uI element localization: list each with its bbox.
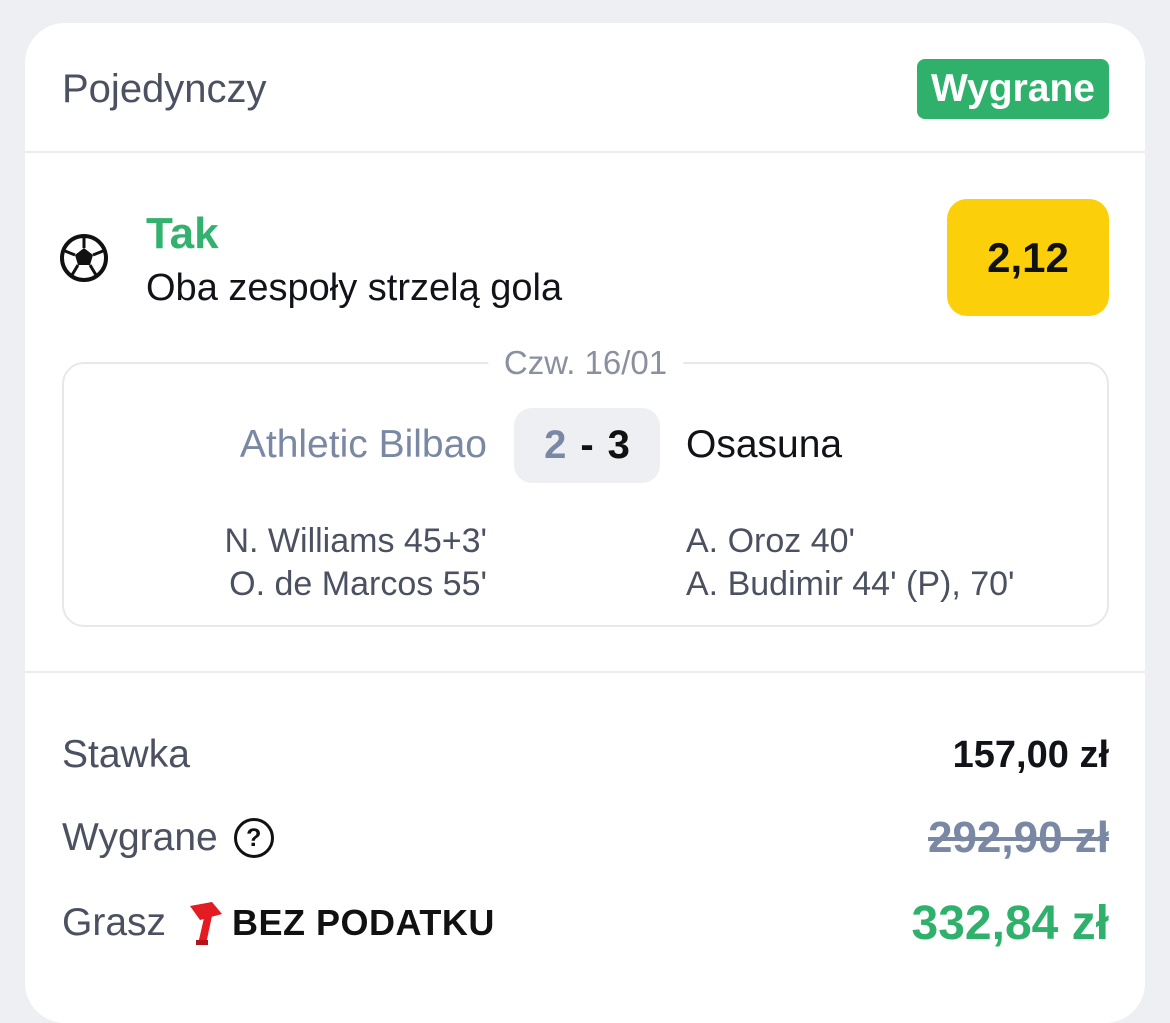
bet-type-label: Pojedynczy [62,67,267,111]
market-name: Oba zespoły strzelą gola [146,267,563,309]
net-winnings-row: Grasz BEZ PODATKU 332,84 zł [62,893,1109,953]
home-team: Athletic Bilbao [239,423,487,466]
home-scorer: O. de Marcos 55' [229,565,487,603]
gross-winnings-value: 292,90 zł [927,813,1109,862]
away-scorer: A. Budimir 44' (P), 70' [686,565,1015,603]
play-label-group: Grasz BEZ PODATKU [62,893,495,953]
stake-value: 157,00 zł [952,733,1109,776]
home-scorers: N. Williams 45+3' O. de Marcos 55' [224,520,487,606]
odds-badge: 2,12 [947,199,1109,316]
tax-free-logo: BEZ PODATKU [186,900,495,946]
stake-label: Stawka [62,733,190,776]
bet-header: Pojedynczy Wygrane [25,23,1145,153]
selection-section: Tak Oba zespoły strzelą gola 2,12 Czw. 1… [25,153,1145,673]
home-scorer: N. Williams 45+3' [224,522,487,560]
status-badge: Wygrane [917,59,1109,119]
match-result-box: Czw. 16/01 Athletic Bilbao 2 - 3 Osasuna… [62,344,1109,627]
stake-row: Stawka 157,00 zł [62,725,1109,785]
hammer-icon [190,902,223,945]
score-box: 2 - 3 [514,408,660,483]
away-team: Osasuna [686,423,843,466]
home-score: 2 [544,423,567,467]
play-label: Grasz [62,901,167,944]
away-score: 3 [607,423,630,467]
selection-pick: Tak [146,209,219,258]
net-winnings-value: 332,84 zł [911,896,1109,950]
away-scorers: A. Oroz 40' A. Budimir 44' (P), 70' [686,520,1015,606]
winnings-label: Wygrane [62,816,218,859]
soccer-ball-icon [60,234,108,282]
score-separator: - [580,423,594,467]
bet-card: Pojedynczy Wygrane Tak Oba zespoły strze… [25,23,1145,1023]
winnings-label-group: Wygrane ? [62,808,274,868]
match-date: Czw. 16/01 [487,344,684,382]
winnings-row: Wygrane ? 292,90 zł [62,808,1109,868]
question-circle-icon[interactable]: ? [233,818,274,858]
tax-free-text: BEZ PODATKU [232,902,495,943]
away-scorer: A. Oroz 40' [686,522,856,560]
